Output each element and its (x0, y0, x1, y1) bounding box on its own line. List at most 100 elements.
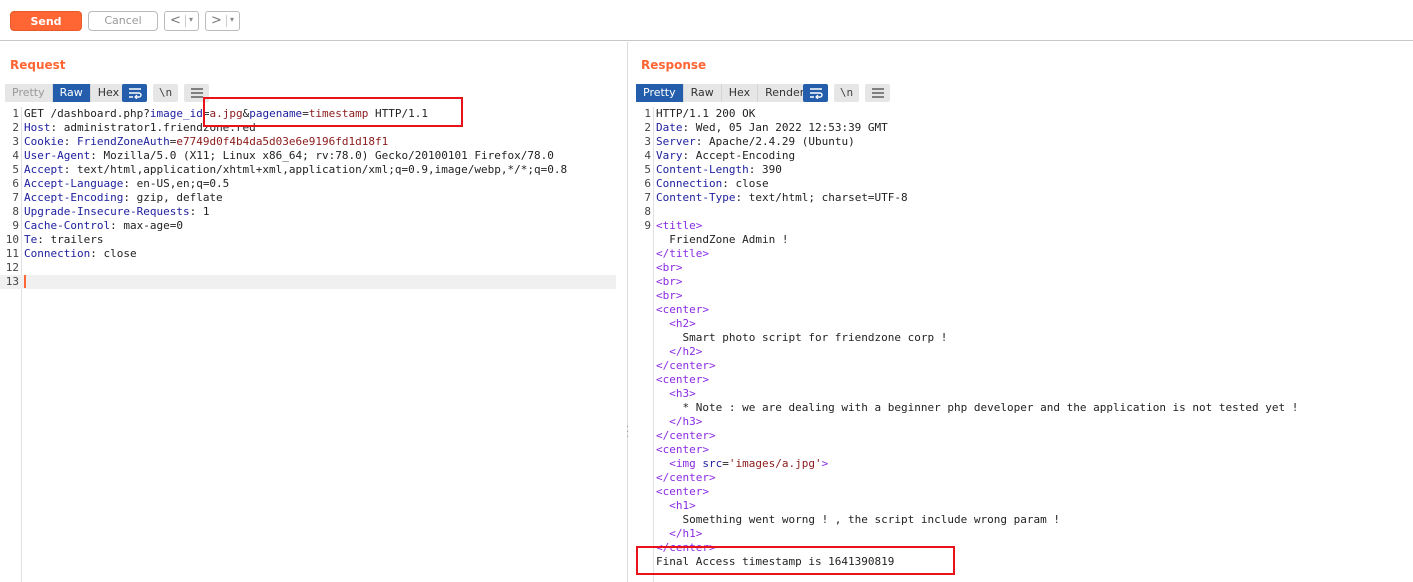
code-token: </h1> (656, 527, 703, 540)
line-number: 13 (5, 275, 19, 288)
request-view-tabs: Pretty Raw Hex (5, 84, 128, 102)
line-number: 8 (644, 205, 651, 218)
code-token: GET /dashboard.php? (24, 107, 150, 120)
code-token: : Apache/2.4.29 (Ubuntu) (695, 135, 855, 148)
history-forward-button[interactable]: > ▾ (205, 11, 240, 31)
line-number: 6 (12, 177, 19, 190)
code-token: Host (24, 121, 51, 134)
wrap-lines-icon (809, 88, 823, 100)
code-line: 7 Accept-Encoding: gzip, deflate (0, 191, 616, 205)
code-token: </h2> (656, 345, 703, 358)
drag-handle-icon[interactable]: · · · (626, 423, 630, 443)
code-token: : Accept-Encoding (682, 149, 796, 162)
code-token: <h1> (656, 499, 696, 512)
code-text: <h2> (656, 317, 696, 331)
code-line: Smart photo script for friendzone corp ! (632, 331, 1413, 345)
code-token: pagename (249, 107, 303, 120)
line-number: 1 (12, 107, 19, 120)
code-token: : Wed, 05 Jan 2022 12:53:39 GMT (682, 121, 888, 134)
code-line: <br> (632, 275, 1413, 289)
chevron-down-icon[interactable]: ▾ (189, 15, 193, 24)
menu-button[interactable] (184, 84, 209, 102)
code-line: </title> (632, 247, 1413, 261)
code-line: 11 Connection: close (0, 247, 616, 261)
tab-pretty[interactable]: Pretty (636, 84, 684, 102)
tab-raw[interactable]: Raw (52, 84, 91, 102)
code-token: = (722, 457, 729, 470)
tab-hex[interactable]: Hex (721, 84, 759, 102)
line-number: 10 (5, 233, 19, 246)
send-button[interactable]: Send (10, 11, 82, 31)
code-text: Smart photo script for friendzone corp ! (656, 331, 947, 345)
pane-divider[interactable] (627, 42, 628, 582)
code-line: 8 Upgrade-Insecure-Requests: 1 (0, 205, 616, 219)
code-text: * Note : we are dealing with a beginner … (656, 401, 1298, 415)
code-token: a.jpg (209, 107, 243, 120)
code-token: : administrator1.friendzone.red (50, 121, 256, 134)
code-line: 4 User-Agent: Mozilla/5.0 (X11; Linux x86… (0, 149, 616, 163)
code-text: Something went worng ! , the script incl… (656, 513, 1060, 527)
code-token: <h3> (656, 387, 696, 400)
code-line: <center> (632, 303, 1413, 317)
code-token: > (821, 457, 829, 470)
code-line: <center> (632, 373, 1413, 387)
wrap-lines-button[interactable] (122, 84, 147, 102)
code-line: 8 (632, 205, 1413, 219)
request-pane: Request Pretty Raw Hex \n 1 GET /dashboar… (0, 42, 622, 582)
tab-pretty[interactable]: Pretty (5, 84, 53, 102)
code-text: <h1> (656, 499, 696, 513)
code-token: HTTP/1.1 (368, 107, 429, 120)
code-token: image_id (149, 107, 203, 120)
code-token: Server (656, 135, 696, 148)
tab-raw[interactable]: Raw (683, 84, 722, 102)
code-text: Content-Length: 390 (656, 163, 782, 177)
code-text: Te: trailers (24, 233, 103, 247)
show-newlines-button[interactable]: \n (834, 84, 859, 102)
menu-button[interactable] (865, 84, 890, 102)
line-number: 5 (12, 163, 19, 176)
code-line: 3 Server: Apache/2.4.29 (Ubuntu) (632, 135, 1413, 149)
code-line: </center> (632, 429, 1413, 443)
code-line: <br> (632, 289, 1413, 303)
code-token: Vary (656, 149, 683, 162)
code-token: <center> (656, 485, 709, 498)
code-token: </title> (656, 247, 709, 260)
code-token: : text/html,application/xhtml+xml,applic… (63, 163, 568, 176)
code-line: <h2> (632, 317, 1413, 331)
code-line: FriendZone Admin ! (632, 233, 1413, 247)
code-text: </center> (656, 359, 716, 373)
code-token: HTTP/1.1 200 OK (656, 107, 756, 120)
line-number: 9 (12, 219, 19, 232)
code-token: Final Access timestamp is 1641390819 (656, 555, 895, 568)
code-text: <img src='images/a.jpg'> (656, 457, 828, 471)
code-line: 7 Content-Type: text/html; charset=UTF-8 (632, 191, 1413, 205)
code-text: <center> (656, 373, 709, 387)
divider (185, 15, 186, 27)
code-token: Connection (656, 177, 723, 190)
code-token: src (702, 457, 723, 470)
code-line: 12 (0, 261, 616, 275)
line-number: 2 (12, 121, 19, 134)
request-editor[interactable]: 1 GET /dashboard.php?image_id=a.jpg&pagen… (0, 107, 616, 582)
response-editor[interactable]: 1 HTTP/1.1 200 OK 2 Date: Wed, 05 Jan 2022 … (632, 107, 1413, 582)
code-token: Accept-Language (24, 177, 124, 190)
code-token: 'images/a.jpg' (728, 457, 822, 470)
code-token: User-Agent (24, 149, 91, 162)
history-back-button[interactable]: < ▾ (164, 11, 199, 31)
code-token: Accept (24, 163, 64, 176)
code-token: Smart photo script for friendzone corp ! (656, 331, 948, 344)
code-text: <br> (656, 275, 683, 289)
wrap-lines-button[interactable] (803, 84, 828, 102)
toolbar: Send Cancel < ▾ > ▾ (0, 0, 1413, 41)
line-number: 1 (644, 107, 651, 120)
code-text: </center> (656, 471, 716, 485)
show-newlines-button[interactable]: \n (153, 84, 178, 102)
code-line: </center> (632, 541, 1413, 555)
code-token: Cookie (24, 135, 64, 148)
chevron-down-icon[interactable]: ▾ (230, 15, 234, 24)
code-token: </center> (656, 471, 716, 484)
cancel-button[interactable]: Cancel (88, 11, 158, 31)
divider (226, 15, 227, 27)
code-text: <center> (656, 443, 709, 457)
code-token: : 1 (189, 205, 210, 218)
